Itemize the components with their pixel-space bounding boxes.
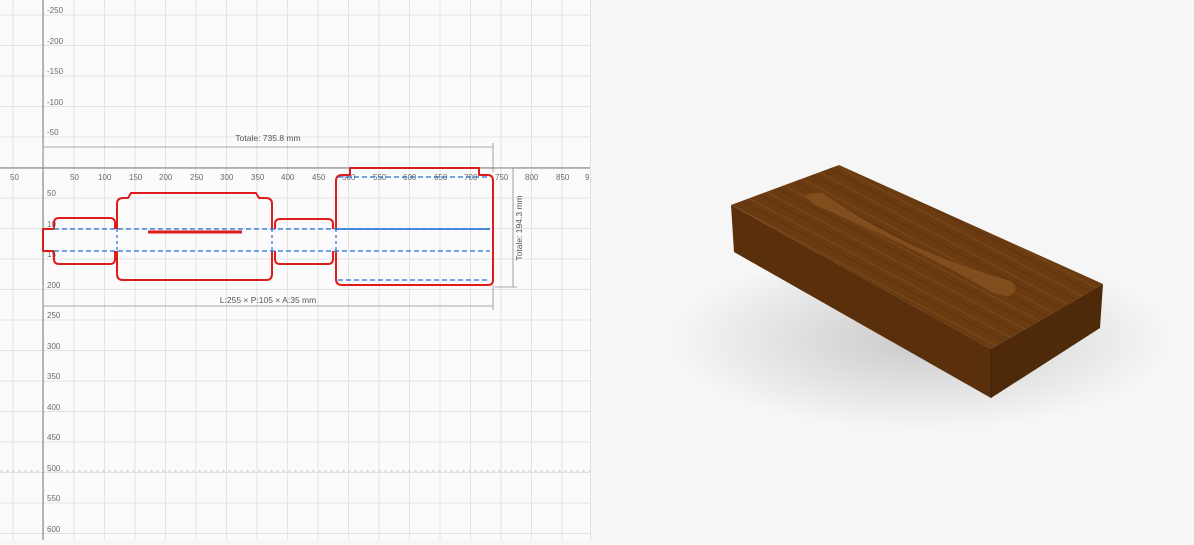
- x-ruler: 50 50 100 150 200 250 300 350 400 450 50…: [10, 173, 590, 182]
- left-tuck-flap: [42, 228, 54, 252]
- y-tick-label: 500: [47, 464, 61, 473]
- x-tick-label: 9: [585, 173, 590, 182]
- y-tick-label: 300: [47, 342, 61, 351]
- cut-lines[interactable]: [42, 167, 494, 286]
- x-tick-label: 100: [98, 173, 112, 182]
- dieline-svg: 50 50 100 150 200 250 300 350 400 450 50…: [0, 0, 590, 540]
- x-tick-label: 250: [190, 173, 204, 182]
- x-tick-label: 200: [159, 173, 173, 182]
- y-tick-label: 200: [47, 281, 61, 290]
- y-tick-label: 550: [47, 494, 61, 503]
- grid: [0, 0, 590, 540]
- total-height-label: Totale: 194.3 mm: [514, 195, 524, 260]
- x-tick-label: 400: [281, 173, 295, 182]
- y-tick-label: -250: [47, 6, 64, 15]
- y-tick-label: 600: [47, 525, 61, 534]
- x-tick-label: 800: [525, 173, 539, 182]
- x-tick-label: 450: [312, 173, 326, 182]
- x-tick-label: 850: [556, 173, 570, 182]
- y-ruler: -250 -200 -150 -100 -50 50 10 15 200 250…: [47, 6, 64, 534]
- y-tick-label: 350: [47, 372, 61, 381]
- y-tick-label: 250: [47, 311, 61, 320]
- y-tick-label: 450: [47, 433, 61, 442]
- x-tick-label: 150: [129, 173, 143, 182]
- lid-panel: [335, 167, 494, 286]
- 3d-preview-svg: [671, 165, 1171, 430]
- y-tick-label: -50: [47, 128, 59, 137]
- y-tick-label: 400: [47, 403, 61, 412]
- y-tick-label: -150: [47, 67, 64, 76]
- front-panel: [116, 192, 273, 281]
- x-tick-label: 300: [220, 173, 234, 182]
- left-end-panel: [53, 217, 116, 265]
- x-tick-label: 350: [251, 173, 265, 182]
- x-tick-label: 750: [495, 173, 509, 182]
- y-tick-label: -200: [47, 37, 64, 46]
- y-tick-label: 50: [47, 189, 56, 198]
- y-tick-label: -100: [47, 98, 64, 107]
- total-width-label: Totale: 735.8 mm: [235, 133, 300, 143]
- x-tick-label: 50: [10, 173, 19, 182]
- dieline-canvas[interactable]: 50 50 100 150 200 250 300 350 400 450 50…: [0, 0, 591, 540]
- right-end-panel: [274, 218, 334, 265]
- x-tick-label: 50: [70, 173, 79, 182]
- box-size-label: L:255 × P:105 × A:35 mm: [220, 295, 316, 305]
- 3d-preview-viewport[interactable]: [591, 0, 1194, 540]
